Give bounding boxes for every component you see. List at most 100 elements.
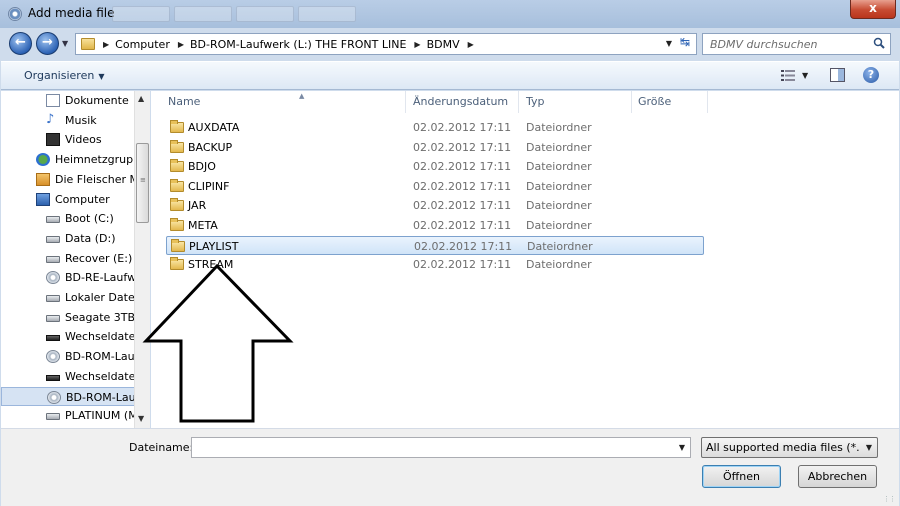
sidebar-item[interactable]: Lokaler Datent xyxy=(1,288,135,308)
user-folder-icon xyxy=(36,172,50,186)
file-row[interactable]: META 02.02.2012 17:11 Dateiordner xyxy=(166,216,704,236)
resize-grip-icon[interactable]: ⋮⋮ xyxy=(883,495,896,503)
background-tab xyxy=(112,6,170,22)
column-divider[interactable] xyxy=(405,91,406,113)
scroll-down-icon[interactable]: ▼ xyxy=(138,414,144,423)
sidebar-item[interactable]: ♪ Musik xyxy=(1,111,135,131)
file-type-select[interactable]: All supported media files (*.aac ▼ xyxy=(701,437,878,458)
open-button[interactable]: Öffnen xyxy=(702,465,781,488)
search-input[interactable]: BDMV durchsuchen xyxy=(702,33,891,55)
file-name: META xyxy=(188,219,218,232)
scroll-up-icon[interactable]: ▲ xyxy=(138,94,144,103)
file-type: Dateiordner xyxy=(526,121,592,134)
file-name: BDJO xyxy=(188,160,216,174)
refresh-icon[interactable]: ↹ xyxy=(676,35,694,51)
file-row[interactable]: JAR 02.02.2012 17:11 Dateiordner xyxy=(166,196,704,216)
sidebar-item[interactable]: Seagate 3TB (I xyxy=(1,308,135,328)
column-divider[interactable] xyxy=(631,91,632,113)
file-date: 02.02.2012 17:11 xyxy=(413,179,512,193)
drive-icon xyxy=(46,413,60,421)
cancel-button[interactable]: Abbrechen xyxy=(798,465,877,488)
sidebar-item-label: Recover (E:) xyxy=(65,251,133,265)
sidebar-item-label: Heimnetzgrupp xyxy=(55,153,135,167)
file-name: PLAYLIST xyxy=(189,239,239,253)
sidebar-item[interactable]: Recover (E:) xyxy=(1,249,135,269)
sidebar-item-label: BD-ROM-Lauf xyxy=(65,350,135,364)
file-row[interactable]: PLAYLIST 02.02.2012 17:11 Dateiordner xyxy=(166,235,704,256)
navigation-pane: Dokumente ♪ Musik Videos Heimnetzgrupp Die Fl… xyxy=(1,91,150,428)
video-icon xyxy=(46,133,60,147)
file-date: 02.02.2012 17:11 xyxy=(413,121,512,134)
view-options-icon[interactable] xyxy=(781,70,795,81)
sidebar-item[interactable]: Computer xyxy=(1,190,135,210)
file-row[interactable]: STREAM 02.02.2012 17:11 Dateiordner xyxy=(166,255,704,275)
column-divider[interactable] xyxy=(518,91,519,113)
file-type: Dateiordner xyxy=(526,179,592,193)
filename-input[interactable]: ▼ xyxy=(191,437,691,458)
sidebar-item[interactable]: BD-RE-Laufwe xyxy=(1,268,135,288)
sidebar-item-label: Videos xyxy=(65,133,102,147)
address-dropdown-icon[interactable]: ▼ xyxy=(666,39,672,48)
drive-icon xyxy=(46,235,60,243)
chevron-right-icon[interactable]: ▶ xyxy=(468,40,474,49)
breadcrumb-bdmv[interactable]: BDMV xyxy=(427,38,460,51)
recent-locations-dropdown[interactable]: ▼ xyxy=(62,39,68,48)
preview-pane-icon[interactable] xyxy=(830,68,845,82)
search-icon[interactable] xyxy=(873,37,885,49)
file-row[interactable]: BDJO 02.02.2012 17:11 Dateiordner xyxy=(166,157,704,177)
view-dropdown-icon[interactable]: ▼ xyxy=(802,71,808,80)
chevron-right-icon[interactable]: ▶ xyxy=(178,40,184,49)
scroll-thumb[interactable]: ≡ xyxy=(136,143,149,223)
sidebar-item[interactable]: Heimnetzgrupp xyxy=(1,150,135,170)
column-header-size[interactable]: Größe xyxy=(638,95,671,115)
filename-dropdown-icon[interactable]: ▼ xyxy=(679,443,685,452)
file-date: 02.02.2012 17:11 xyxy=(413,219,512,232)
breadcrumb-drive[interactable]: BD-ROM-Laufwerk (L:) THE FRONT LINE xyxy=(190,38,406,51)
forward-arrow-icon: → xyxy=(42,35,53,50)
file-name: BACKUP xyxy=(188,140,233,154)
close-button[interactable]: x xyxy=(850,0,896,19)
help-icon[interactable]: ? xyxy=(863,67,879,83)
chevron-right-icon[interactable]: ▶ xyxy=(103,40,109,49)
column-header-date[interactable]: Änderungsdatum xyxy=(413,95,508,115)
breadcrumb-computer[interactable]: Computer xyxy=(115,38,170,51)
chevron-down-icon: ▼ xyxy=(98,72,105,81)
column-header-name[interactable]: Name ▲ xyxy=(168,92,304,115)
file-type: Dateiordner xyxy=(526,140,592,154)
background-window-tabs xyxy=(112,6,356,22)
address-bar[interactable]: ▶ Computer ▶ BD-ROM-Laufwerk (L:) THE FR… xyxy=(75,33,697,55)
sidebar-item[interactable]: Videos xyxy=(1,130,135,150)
sidebar-item[interactable]: Dokumente xyxy=(1,91,135,111)
file-row[interactable]: AUXDATA 02.02.2012 17:11 Dateiordner xyxy=(166,118,704,138)
document-icon xyxy=(46,94,60,107)
forward-button[interactable]: → xyxy=(36,32,59,55)
back-button[interactable]: ← xyxy=(9,32,32,55)
disc-drive-icon xyxy=(47,390,61,404)
file-name: STREAM xyxy=(188,258,234,272)
sidebar-item[interactable]: Wechseldaten xyxy=(1,327,135,347)
file-type: Dateiordner xyxy=(526,160,592,174)
sidebar-item[interactable]: Die Fleischer Ma xyxy=(1,170,135,190)
sidebar-item[interactable]: PLATINUM (M xyxy=(1,406,135,426)
file-name: AUXDATA xyxy=(188,121,240,134)
column-divider[interactable] xyxy=(707,91,708,113)
sidebar-item[interactable]: Wechseldaten xyxy=(1,367,135,387)
organize-menu-button[interactable]: Organisieren ▼ xyxy=(24,69,104,82)
sidebar-item[interactable]: Boot (C:) xyxy=(1,209,135,229)
drive-icon xyxy=(46,295,60,302)
folder-icon xyxy=(171,238,185,252)
chevron-right-icon[interactable]: ▶ xyxy=(414,40,420,49)
navigation-pane-scrollbar[interactable]: ▲ ≡ ▼ xyxy=(134,91,150,428)
sidebar-item[interactable]: Data (D:) xyxy=(1,229,135,249)
title-bar[interactable]: Add media file x xyxy=(0,0,900,28)
file-row[interactable]: CLIPINF 02.02.2012 17:11 Dateiordner xyxy=(166,177,704,197)
file-date: 02.02.2012 17:11 xyxy=(413,140,512,154)
file-row[interactable]: BACKUP 02.02.2012 17:11 Dateiordner xyxy=(166,138,704,158)
filename-label: Dateiname: xyxy=(129,441,194,454)
grip-icon: ≡ xyxy=(140,176,146,184)
sidebar-item[interactable]: BD-ROM-Lauf xyxy=(1,347,135,367)
sidebar-item[interactable]: BD-ROM-Lauf xyxy=(1,386,135,407)
open-file-dialog: Add media file x ← → ▼ ▶ Computer ▶ BD-R… xyxy=(0,0,900,506)
file-name: CLIPINF xyxy=(188,179,230,193)
column-header-type[interactable]: Typ xyxy=(526,95,545,115)
